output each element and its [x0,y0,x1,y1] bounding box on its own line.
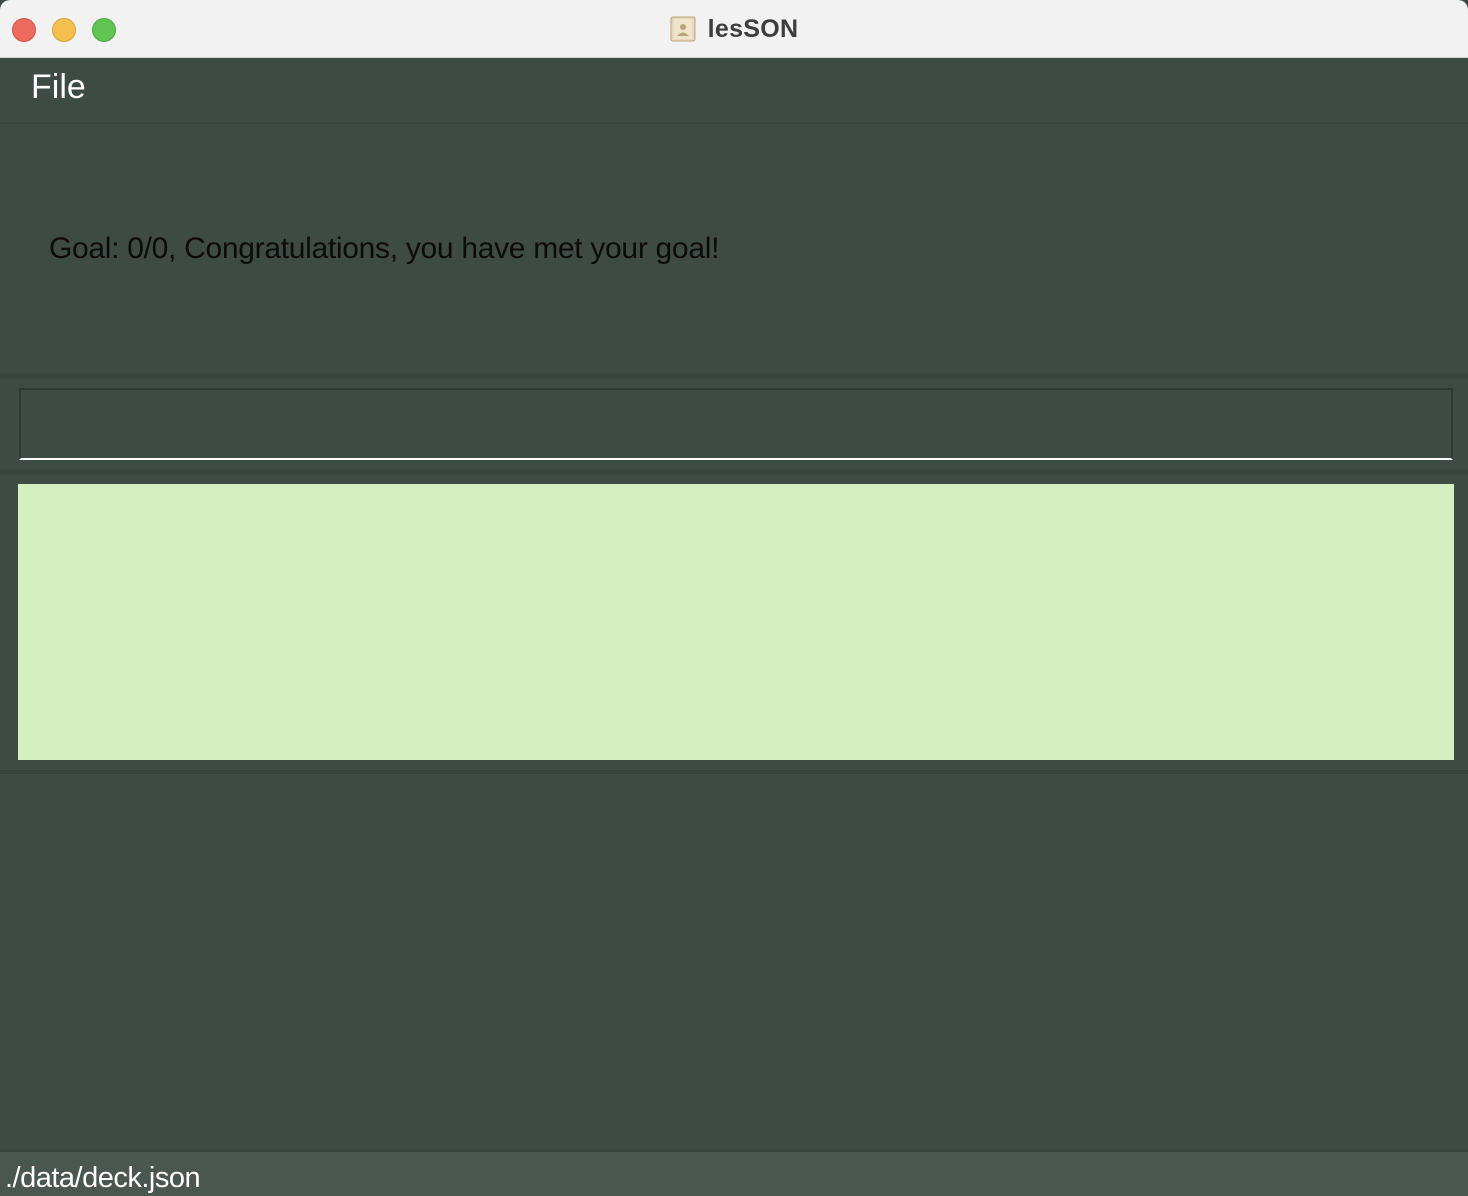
menu-file[interactable]: File [31,68,86,107]
result-display[interactable] [18,484,1454,760]
title-bar: lesSON [0,0,1468,58]
save-location-path: ./data/deck.json [5,1162,201,1194]
menu-bar: File [0,58,1468,124]
contact-card-icon [670,16,696,42]
window-title: lesSON [707,14,799,43]
goal-status-text: Goal: 0/0, Congratulations, you have met… [49,232,720,265]
goal-panel: Goal: 0/0, Congratulations, you have met… [0,124,1468,374]
deck-list-panel [0,774,1468,1150]
app-window: lesSON File Goal: 0/0, Congratulations, … [0,0,1468,1196]
command-box-area [0,378,1468,470]
window-title-group: lesSON [0,0,1468,58]
result-display-area [0,474,1468,770]
status-bar: ./data/deck.json [0,1150,1468,1196]
command-input[interactable] [19,388,1453,460]
